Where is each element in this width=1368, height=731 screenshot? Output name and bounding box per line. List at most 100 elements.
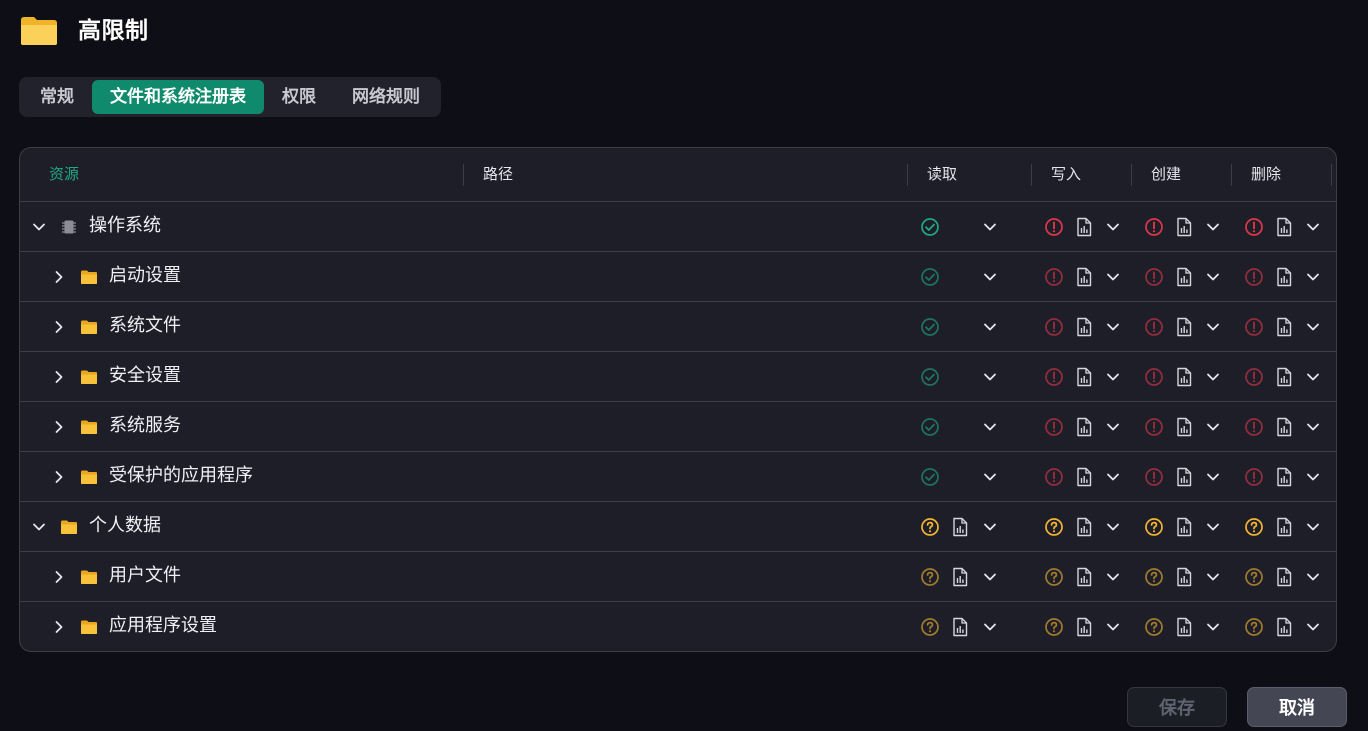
report-file-icon[interactable] bbox=[1275, 367, 1293, 387]
tab-general[interactable]: 常规 bbox=[22, 80, 92, 114]
column-header-create[interactable]: 创建 bbox=[1151, 148, 1181, 202]
report-file-icon[interactable] bbox=[1275, 417, 1293, 437]
column-header-write[interactable]: 写入 bbox=[1051, 148, 1081, 202]
chevron-down-icon[interactable] bbox=[1304, 218, 1322, 236]
report-file-icon[interactable] bbox=[951, 517, 969, 537]
chevron-down-icon[interactable] bbox=[30, 518, 48, 536]
chevron-down-icon[interactable] bbox=[981, 568, 999, 586]
chevron-right-icon[interactable] bbox=[50, 318, 68, 336]
report-file-icon[interactable] bbox=[1175, 617, 1193, 637]
save-button[interactable]: 保存 bbox=[1127, 687, 1227, 727]
report-file-icon[interactable] bbox=[1175, 317, 1193, 337]
report-file-icon[interactable] bbox=[1275, 467, 1293, 487]
column-divider[interactable] bbox=[907, 164, 908, 186]
cancel-button[interactable]: 取消 bbox=[1247, 687, 1347, 727]
table-row[interactable]: 应用程序设置 bbox=[20, 602, 1336, 651]
report-file-icon[interactable] bbox=[1075, 217, 1093, 237]
column-divider[interactable] bbox=[1131, 164, 1132, 186]
chevron-down-icon[interactable] bbox=[1204, 518, 1222, 536]
tab-files-registry[interactable]: 文件和系统注册表 bbox=[92, 80, 264, 114]
chevron-down-icon[interactable] bbox=[1304, 518, 1322, 536]
chevron-down-icon[interactable] bbox=[981, 318, 999, 336]
report-file-icon[interactable] bbox=[1175, 517, 1193, 537]
column-divider[interactable] bbox=[1331, 164, 1332, 186]
report-file-icon[interactable] bbox=[1075, 267, 1093, 287]
chevron-down-icon[interactable] bbox=[981, 218, 999, 236]
table-row[interactable]: 启动设置 bbox=[20, 252, 1336, 302]
chevron-down-icon[interactable] bbox=[1104, 568, 1122, 586]
table-row[interactable]: 用户文件 bbox=[20, 552, 1336, 602]
chevron-down-icon[interactable] bbox=[1304, 618, 1322, 636]
report-file-icon[interactable] bbox=[1275, 517, 1293, 537]
report-file-icon[interactable] bbox=[1075, 467, 1093, 487]
chevron-down-icon[interactable] bbox=[981, 468, 999, 486]
chevron-down-icon[interactable] bbox=[1204, 468, 1222, 486]
chevron-down-icon[interactable] bbox=[1304, 368, 1322, 386]
chevron-down-icon[interactable] bbox=[1304, 418, 1322, 436]
report-file-icon[interactable] bbox=[1275, 267, 1293, 287]
chevron-down-icon[interactable] bbox=[981, 518, 999, 536]
chevron-down-icon[interactable] bbox=[981, 418, 999, 436]
report-file-icon[interactable] bbox=[951, 617, 969, 637]
report-file-icon[interactable] bbox=[1075, 617, 1093, 637]
table-row[interactable]: 受保护的应用程序 bbox=[20, 452, 1336, 502]
chevron-down-icon[interactable] bbox=[1104, 368, 1122, 386]
chevron-down-icon[interactable] bbox=[1104, 418, 1122, 436]
chevron-down-icon[interactable] bbox=[1204, 218, 1222, 236]
chevron-right-icon[interactable] bbox=[50, 268, 68, 286]
report-file-icon[interactable] bbox=[1075, 567, 1093, 587]
chevron-down-icon[interactable] bbox=[1304, 568, 1322, 586]
chevron-down-icon[interactable] bbox=[1304, 468, 1322, 486]
chevron-down-icon[interactable] bbox=[1104, 618, 1122, 636]
column-header-resource[interactable]: 资源 bbox=[49, 148, 79, 202]
chevron-down-icon[interactable] bbox=[1104, 318, 1122, 336]
report-file-icon[interactable] bbox=[1275, 567, 1293, 587]
report-file-icon[interactable] bbox=[1175, 367, 1193, 387]
chevron-right-icon[interactable] bbox=[50, 368, 68, 386]
report-file-icon[interactable] bbox=[1275, 217, 1293, 237]
column-header-path[interactable]: 路径 bbox=[483, 148, 513, 202]
chevron-down-icon[interactable] bbox=[1204, 268, 1222, 286]
chevron-right-icon[interactable] bbox=[50, 618, 68, 636]
chevron-down-icon[interactable] bbox=[1104, 518, 1122, 536]
column-divider[interactable] bbox=[1231, 164, 1232, 186]
column-header-read[interactable]: 读取 bbox=[927, 148, 957, 202]
chevron-right-icon[interactable] bbox=[50, 468, 68, 486]
chevron-down-icon[interactable] bbox=[981, 618, 999, 636]
table-row[interactable]: 个人数据 bbox=[20, 502, 1336, 552]
report-file-icon[interactable] bbox=[951, 567, 969, 587]
report-file-icon[interactable] bbox=[1075, 367, 1093, 387]
chevron-down-icon[interactable] bbox=[981, 268, 999, 286]
chevron-down-icon[interactable] bbox=[1204, 418, 1222, 436]
chevron-down-icon[interactable] bbox=[1304, 268, 1322, 286]
report-file-icon[interactable] bbox=[1075, 317, 1093, 337]
table-row[interactable]: 系统服务 bbox=[20, 402, 1336, 452]
column-header-delete[interactable]: 删除 bbox=[1251, 148, 1281, 202]
report-file-icon[interactable] bbox=[1275, 317, 1293, 337]
report-file-icon[interactable] bbox=[1175, 217, 1193, 237]
report-file-icon[interactable] bbox=[1175, 467, 1193, 487]
chevron-down-icon[interactable] bbox=[1204, 568, 1222, 586]
table-row[interactable]: 安全设置 bbox=[20, 352, 1336, 402]
chevron-down-icon[interactable] bbox=[1104, 218, 1122, 236]
column-divider[interactable] bbox=[1031, 164, 1032, 186]
chevron-down-icon[interactable] bbox=[1104, 268, 1122, 286]
report-file-icon[interactable] bbox=[1075, 417, 1093, 437]
report-file-icon[interactable] bbox=[1175, 267, 1193, 287]
chevron-down-icon[interactable] bbox=[30, 218, 48, 236]
chevron-down-icon[interactable] bbox=[1104, 468, 1122, 486]
tab-permissions[interactable]: 权限 bbox=[264, 80, 334, 114]
chevron-down-icon[interactable] bbox=[981, 368, 999, 386]
table-row[interactable]: 系统文件 bbox=[20, 302, 1336, 352]
report-file-icon[interactable] bbox=[1075, 517, 1093, 537]
chevron-right-icon[interactable] bbox=[50, 418, 68, 436]
chevron-down-icon[interactable] bbox=[1304, 318, 1322, 336]
table-row[interactable]: 操作系统 bbox=[20, 202, 1336, 252]
tab-network-rules[interactable]: 网络规则 bbox=[334, 80, 438, 114]
report-file-icon[interactable] bbox=[1275, 617, 1293, 637]
chevron-down-icon[interactable] bbox=[1204, 618, 1222, 636]
report-file-icon[interactable] bbox=[1175, 417, 1193, 437]
report-file-icon[interactable] bbox=[1175, 567, 1193, 587]
column-divider[interactable] bbox=[463, 164, 464, 186]
chevron-right-icon[interactable] bbox=[50, 568, 68, 586]
